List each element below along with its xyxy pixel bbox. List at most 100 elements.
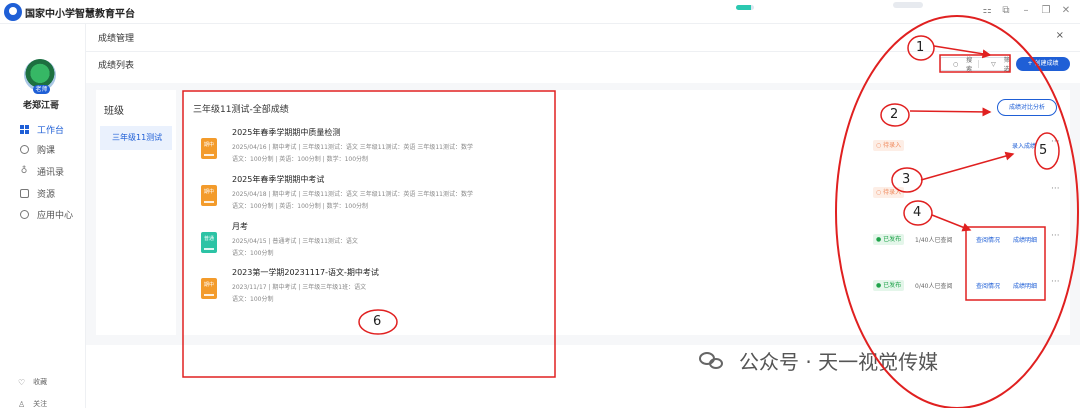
exam-meta: 2025/04/18 | 期中考试 | 三年级11测试：语文 三年级11测试：英…	[232, 191, 473, 198]
app-window: 国家中小学智慧教育平台 ⚏ ⧉ – ❐ ✕ 老师 老郑江哥 工作台 购课 ♁ 通…	[0, 0, 1080, 408]
status-pill	[893, 2, 923, 8]
more-options-icon[interactable]: ···	[1051, 137, 1060, 147]
status-badge: ○ 待录入	[873, 187, 905, 198]
filter-label: 筛选	[1003, 57, 1010, 73]
more-options-icon[interactable]: ···	[1051, 184, 1060, 194]
exam-row[interactable]: 期中 2023第一学期20231117-语文-期中考试 2023/11/17 | 期…	[183, 266, 1070, 314]
sidebar-item-label: 购课	[37, 145, 56, 156]
sidebar-item-favorites[interactable]: ♡ 收藏	[18, 377, 47, 387]
role-badge: 老师	[33, 85, 50, 94]
create-score-button[interactable]: + 创建成绩	[1016, 57, 1070, 71]
heart-icon: ♡	[18, 377, 26, 387]
score-list-panel: 三年级11测试-全部成绩 成绩对比分析 期中 2025年春季学期期中质量检测 202…	[183, 90, 1070, 335]
exam-scoring: 语文：100分制	[232, 296, 274, 303]
class-heading: 班级	[104, 106, 124, 117]
sidebar-item-app-center[interactable]: 应用中心	[18, 207, 73, 221]
exam-type-icon: 期中	[201, 185, 217, 206]
exam-type-label: 期中	[203, 189, 214, 195]
annotation-number-1: 1	[916, 40, 925, 55]
view-count: 1/40人已查阅	[915, 237, 953, 244]
exam-scoring: 语文：100分制 | 英语：100分制 | 数学：100分制	[232, 156, 369, 163]
user-icon: ♙	[18, 399, 26, 408]
divider	[86, 51, 1080, 52]
status-badge: ● 已发布	[873, 280, 905, 291]
close-panel-button[interactable]: ×	[1056, 30, 1064, 41]
filter-icon: ▽	[991, 60, 996, 68]
screen-icon[interactable]: ⧉	[999, 5, 1013, 16]
exam-row[interactable]: 期中 2025年春季学期期中质量检测 2025/04/16 | 期中考试 | 三年级…	[183, 126, 1070, 174]
exam-meta: 2025/04/16 | 期中考试 | 三年级11测试：语文 三年级11测试：英…	[232, 144, 473, 151]
divider	[978, 60, 980, 68]
close-icon[interactable]: ✕	[1059, 5, 1073, 16]
sidebar-item-label: 工作台	[37, 125, 65, 136]
view-count: 0/40人已查阅	[915, 283, 953, 290]
annotation-number-4: 4	[913, 205, 922, 220]
exam-type-icon: 期中	[201, 138, 217, 159]
sidebar-item-contacts[interactable]: ♁ 通讯录	[18, 164, 64, 178]
exam-name[interactable]: 2025年春季学期期中考试	[232, 174, 324, 185]
exam-type-label: 普通	[203, 236, 214, 242]
app-title: 国家中小学智慧教育平台	[25, 9, 135, 20]
exam-action-link[interactable]: 查阅情况	[976, 235, 1000, 244]
class-panel: 班级 三年级11测试	[96, 90, 176, 335]
maximize-icon[interactable]: ❐	[1039, 5, 1053, 16]
more-options-icon[interactable]: ···	[1051, 277, 1060, 287]
sidebar: 老师 老郑江哥 工作台 购课 ♁ 通讯录 资源 应用中心 ♡ 收藏 ♙ 关注	[0, 24, 86, 408]
exam-action-link[interactable]: 查阅情况	[976, 281, 1000, 290]
class-item[interactable]: 三年级11测试	[100, 126, 172, 150]
wechat-icon	[699, 350, 727, 372]
contacts-icon: ♁	[20, 166, 28, 176]
apps-icon	[18, 208, 30, 220]
exam-name[interactable]: 2023第一学期20231117-语文-期中考试	[232, 267, 379, 278]
search-label: 搜索	[966, 57, 973, 73]
minimize-icon[interactable]: –	[1019, 5, 1033, 16]
exam-action-link[interactable]: 成绩明细	[1013, 235, 1037, 244]
list-title: 三年级11测试-全部成绩	[193, 105, 289, 115]
exam-type-icon: 普通	[201, 232, 217, 253]
status-badge: ○ 待录入	[873, 140, 905, 151]
watermark: 公众号 · 天一视觉传媒	[699, 346, 938, 375]
exam-name[interactable]: 2025年春季学期期中质量检测	[232, 127, 340, 138]
exam-row[interactable]: 普通 月考 2025/04/15 | 普通考试 | 三年级11测试：语文 语文：100…	[183, 220, 1070, 268]
annotation-number-6: 6	[373, 314, 382, 329]
sidebar-item-label: 通讯录	[37, 167, 65, 178]
sidebar-item-purchase[interactable]: 购课	[18, 142, 55, 156]
exam-name[interactable]: 月考	[232, 221, 248, 232]
loading-progress	[736, 5, 754, 10]
exam-scoring: 语文：100分制	[232, 250, 274, 257]
exam-type-label: 期中	[203, 142, 214, 148]
status-badge: ● 已发布	[873, 234, 905, 245]
sidebar-item-resources[interactable]: 资源	[18, 186, 55, 200]
breadcrumb: 成绩管理	[98, 34, 135, 44]
exam-action-link[interactable]: 成绩明细	[1013, 281, 1037, 290]
annotation-number-3: 3	[902, 172, 911, 187]
sidebar-item-label: 资源	[37, 189, 56, 200]
resource-icon	[18, 187, 30, 199]
platform-logo-icon	[4, 3, 22, 21]
filter-button[interactable]: ▽ 筛选	[985, 55, 1010, 73]
exam-meta: 2025/04/15 | 普通考试 | 三年级11测试：语文	[232, 238, 358, 245]
toolbar-icon[interactable]: ⚏	[980, 5, 994, 16]
sidebar-item-label: 关注	[33, 400, 48, 408]
user-name: 老郑江哥	[22, 101, 59, 111]
title-bar: 国家中小学智慧教育平台 ⚏ ⧉ – ❐ ✕	[0, 0, 1080, 24]
sidebar-item-workbench[interactable]: 工作台	[18, 122, 64, 136]
watermark-text: 公众号 · 天一视觉传媒	[739, 350, 939, 374]
grid-icon	[18, 123, 30, 135]
exam-meta: 2023/11/17 | 期中考试 | 三年级三年级1班：语文	[232, 284, 367, 291]
search-button[interactable]: ○ 搜索	[947, 55, 972, 73]
exam-row[interactable]: 期中 2025年春季学期期中考试 2025/04/18 | 期中考试 | 三年级11…	[183, 173, 1070, 221]
exam-scoring: 语文：100分制 | 英语：100分制 | 数学：100分制	[232, 203, 369, 210]
exam-type-label: 期中	[203, 282, 214, 288]
sidebar-item-label: 收藏	[33, 378, 48, 386]
sidebar-item-following[interactable]: ♙ 关注	[18, 399, 47, 408]
cart-icon	[18, 143, 30, 155]
search-icon: ○	[953, 60, 959, 68]
score-compare-button[interactable]: 成绩对比分析	[997, 99, 1057, 116]
page-title: 成绩列表	[98, 61, 135, 71]
exam-action-link[interactable]: 录入成绩	[1012, 141, 1036, 150]
annotation-number-2: 2	[890, 107, 899, 122]
more-options-icon[interactable]: ···	[1051, 231, 1060, 241]
exam-type-icon: 期中	[201, 278, 217, 299]
annotation-number-5: 5	[1039, 143, 1048, 158]
